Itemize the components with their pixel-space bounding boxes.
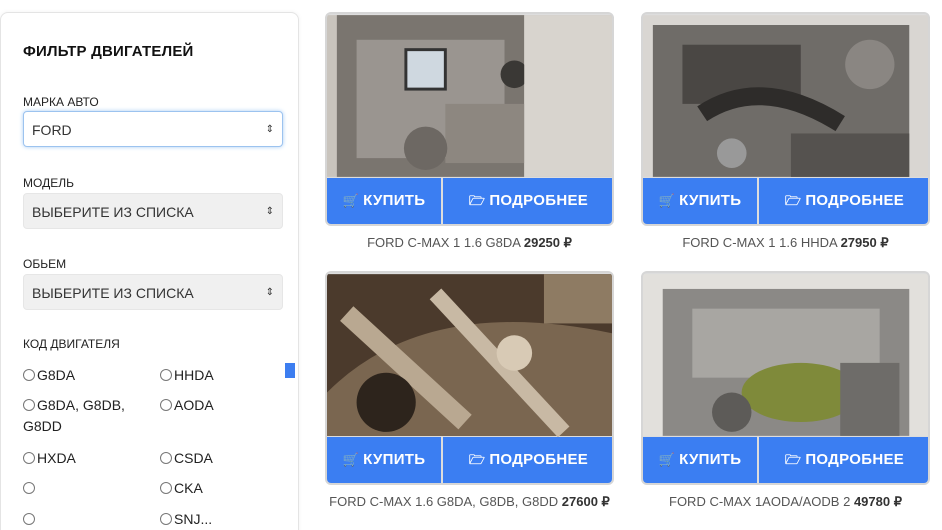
cart-icon: 🛒 [342, 193, 360, 208]
code-option-hxda[interactable]: HXDA [23, 448, 76, 469]
filter-scrollbar-thumb[interactable] [285, 363, 295, 378]
filter-title: ФИЛЬТР ДВИГАТЕЛЕЙ [23, 43, 194, 60]
product-card: 🛒 КУПИТЬ 🗁 ПОДРОБНЕЕ [641, 12, 930, 226]
engine-photo[interactable] [643, 14, 928, 178]
product-caption[interactable]: FORD C-MAX 1AODA/AODB 2 49780 ₽ [641, 494, 930, 510]
code-option-csda[interactable]: CSDA [160, 448, 213, 469]
folder-icon: 🗁 [784, 193, 802, 208]
select-arrows-icon: ⇕ [265, 206, 274, 217]
engine-filter-panel: ФИЛЬТР ДВИГАТЕЛЕЙ МАРКА АВТО FORD ⇕ МОДЕ… [0, 12, 299, 530]
code-option-empty-1[interactable] [23, 478, 37, 499]
radio-circle-icon [160, 482, 172, 494]
folder-icon: 🗁 [784, 452, 802, 467]
buy-button[interactable]: 🛒 КУПИТЬ [327, 178, 441, 224]
radio-circle-icon [23, 482, 35, 494]
model-label: МОДЕЛЬ [23, 176, 74, 190]
radio-circle-icon [23, 513, 35, 525]
radio-circle-icon [160, 369, 172, 381]
folder-icon: 🗁 [468, 452, 486, 467]
volume-label: ОБЬЕМ [23, 257, 67, 271]
radio-circle-icon [160, 452, 172, 464]
folder-icon: 🗁 [468, 193, 486, 208]
engine-photo[interactable] [327, 14, 612, 178]
product-card: 🛒 КУПИТЬ 🗁 ПОДРОБНЕЕ [325, 271, 614, 485]
volume-select[interactable]: ВЫБЕРИТЕ ИЗ СПИСКА ⇕ [23, 274, 283, 310]
product-caption[interactable]: FORD C-MAX 1.6 G8DA, G8DB, G8DD 27600 ₽ [325, 494, 614, 510]
radio-circle-icon [160, 513, 172, 525]
select-arrows-icon: ⇕ [265, 287, 274, 298]
cart-icon: 🛒 [658, 193, 676, 208]
code-option-g8da[interactable]: G8DA [23, 365, 75, 386]
radio-circle-icon [23, 399, 35, 411]
product-card: 🛒 КУПИТЬ 🗁 ПОДРОБНЕЕ [641, 271, 930, 485]
code-option-snj[interactable]: SNJ... [160, 509, 212, 530]
details-button[interactable]: 🗁 ПОДРОБНЕЕ [443, 178, 612, 224]
select-arrows-icon: ⇕ [265, 124, 274, 135]
brand-select-value: FORD [32, 122, 72, 138]
radio-circle-icon [160, 399, 172, 411]
code-option-cka[interactable]: CKA [160, 478, 203, 499]
details-button[interactable]: 🗁 ПОДРОБНЕЕ [759, 437, 928, 483]
buy-button[interactable]: 🛒 КУПИТЬ [643, 437, 757, 483]
product-caption[interactable]: FORD C-MAX 1 1.6 HHDA 27950 ₽ [641, 235, 930, 251]
buy-button[interactable]: 🛒 КУПИТЬ [327, 437, 441, 483]
code-option-aoda[interactable]: AODA [160, 395, 214, 416]
engine-code-label: КОД ДВИГАТЕЛЯ [23, 337, 120, 351]
radio-circle-icon [23, 452, 35, 464]
model-select[interactable]: ВЫБЕРИТЕ ИЗ СПИСКА ⇕ [23, 193, 283, 229]
product-card: 🛒 КУПИТЬ 🗁 ПОДРОБНЕЕ [325, 12, 614, 226]
brand-label: МАРКА АВТО [23, 95, 99, 109]
product-caption[interactable]: FORD C-MAX 1 1.6 G8DA 29250 ₽ [325, 235, 614, 251]
code-option-hhda[interactable]: HHDA [160, 365, 214, 386]
code-option-g8da-g8db-g8dd[interactable]: G8DA, G8DB, G8DD [23, 395, 125, 437]
cart-icon: 🛒 [342, 452, 360, 467]
radio-circle-icon [23, 369, 35, 381]
brand-select[interactable]: FORD ⇕ [23, 111, 283, 147]
details-button[interactable]: 🗁 ПОДРОБНЕЕ [443, 437, 612, 483]
engine-photo[interactable] [327, 273, 612, 437]
engine-photo[interactable] [643, 273, 928, 437]
code-option-empty-2[interactable] [23, 509, 37, 530]
volume-select-value: ВЫБЕРИТЕ ИЗ СПИСКА [32, 285, 194, 301]
model-select-value: ВЫБЕРИТЕ ИЗ СПИСКА [32, 204, 194, 220]
details-button[interactable]: 🗁 ПОДРОБНЕЕ [759, 178, 928, 224]
cart-icon: 🛒 [658, 452, 676, 467]
buy-button[interactable]: 🛒 КУПИТЬ [643, 178, 757, 224]
